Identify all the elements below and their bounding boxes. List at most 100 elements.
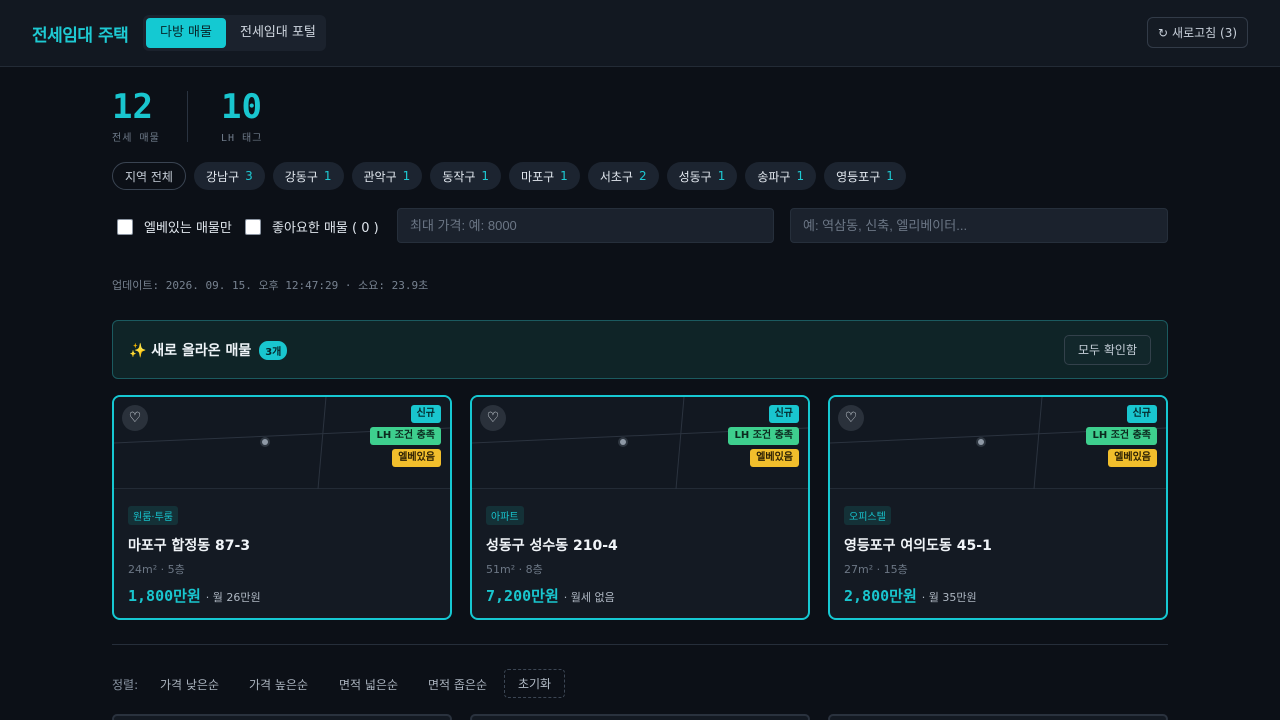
region-name: 강남구: [205, 169, 240, 184]
card-body: 원룸·투룸 마포구 합정동 87-3 24m² · 5층 1,800만원 · 월…: [128, 505, 261, 606]
listing-meta: 24m² · 5층: [128, 563, 185, 576]
map-thumbnail: ♡ 신규 LH 조건 충족 엘베있음: [830, 397, 1166, 489]
tab-portal[interactable]: 전세임대 포털: [226, 18, 330, 48]
price-row: 2,800만원 · 월 35만원: [844, 585, 992, 606]
updated-timestamp: 업데이트: 2026. 09. 15. 오후 12:47:29 · 소요: 23…: [112, 279, 429, 292]
lh-tag: LH 조건 충족: [728, 427, 799, 445]
region-name: 성동구: [678, 169, 712, 184]
price-row: 1,800만원 · 월 26만원: [128, 585, 261, 606]
stat-total-value: 12: [112, 87, 153, 127]
refresh-button[interactable]: ↻ 새로고침 (3): [1147, 17, 1248, 48]
stat-divider: [187, 91, 188, 142]
region-count: 1: [886, 169, 894, 183]
region-chip[interactable]: 마포구 1: [509, 162, 580, 190]
listing-card[interactable]: ♡ 신규 LH 조건 충족 엘베있음 아파트 성동구 성수동 210-4 51m…: [470, 395, 810, 620]
sort-price-asc[interactable]: 가격 낮은순: [160, 676, 219, 693]
region-chip-all[interactable]: 지역 전체: [112, 162, 186, 190]
filter-bar: 엘베있는 매물만 좋아요한 매물 ( 0 ): [112, 208, 1168, 244]
region-count: 1: [402, 169, 411, 183]
region-chip[interactable]: 송파구 1: [745, 162, 817, 190]
source-tabs: 다방 매물 전세임대 포털: [143, 15, 326, 51]
monthly-rent: · 월 35만원: [921, 591, 977, 604]
region-name: 강동구: [284, 169, 318, 184]
tag-list: 신규 LH 조건 충족 엘베있음: [1086, 405, 1157, 467]
stat-lh: 10 LH 태그: [221, 88, 262, 144]
new-tag: 신규: [768, 405, 799, 423]
listing-card-peek: [112, 714, 452, 720]
tag-list: 신규 LH 조건 충족 엘베있음: [728, 405, 799, 467]
sort-label: 정렬:: [112, 678, 139, 692]
new-listings-title-text: ✨ 새로 올라온 매물: [129, 343, 252, 359]
region-name: 관악구: [363, 169, 397, 184]
sort-area-asc[interactable]: 면적 좁은순: [428, 676, 487, 693]
top-header: 전세임대 주택 다방 매물 전세임대 포털 ↻ 새로고침 (3): [0, 0, 1280, 67]
listing-card-peek: [470, 714, 810, 720]
region-filter: 지역 전체 강남구 3 강동구 1 관악구 1 동작구 1 마포구 1 서초구 2 성동구 1…: [112, 162, 906, 190]
lh-tag: LH 조건 충족: [1086, 427, 1157, 445]
elevator-only-label: 엘베있는 매물만: [144, 221, 232, 236]
region-name: 영등포구: [836, 169, 881, 184]
heart-icon[interactable]: ♡: [122, 405, 148, 431]
card-body: 오피스텔 영등포구 여의도동 45-1 27m² · 15층 2,800만원 ·…: [844, 505, 992, 606]
region-chip[interactable]: 성동구 1: [666, 162, 738, 190]
monthly-rent: · 월세 없음: [563, 591, 615, 604]
heart-icon[interactable]: ♡: [480, 405, 506, 431]
stat-total-label: 전세 매물: [112, 133, 160, 144]
tab-dabang[interactable]: 다방 매물: [146, 18, 226, 48]
sort-area-desc[interactable]: 면적 넓은순: [339, 676, 398, 693]
region-chip[interactable]: 강남구 3: [193, 162, 265, 190]
region-chip[interactable]: 서초구 2: [587, 162, 659, 190]
region-count: 3: [245, 169, 253, 183]
price-row: 7,200만원 · 월세 없음: [486, 585, 618, 606]
listing-address: 성동구 성수동 210-4: [486, 538, 618, 554]
map-thumbnail: ♡ 신규 LH 조건 충족 엘베있음: [472, 397, 808, 489]
listing-card[interactable]: ♡ 신규 LH 조건 충족 엘베있음 원룸·투룸 마포구 합정동 87-3 24…: [112, 395, 452, 620]
refresh-icon: ↻: [1157, 25, 1169, 40]
listing-address: 영등포구 여의도동 45-1: [844, 538, 992, 554]
region-name: 송파구: [757, 169, 791, 184]
sort-price-desc[interactable]: 가격 높은순: [249, 676, 308, 693]
keyword-search-input[interactable]: [790, 208, 1168, 243]
card-body: 아파트 성동구 성수동 210-4 51m² · 8층 7,200만원 · 월세…: [486, 505, 618, 606]
region-count: 1: [323, 169, 332, 183]
refresh-label: 새로고침 (3): [1172, 26, 1238, 40]
app-title: 전세임대 주택: [32, 26, 129, 46]
new-tag: 신규: [1126, 405, 1157, 423]
liked-label: 좋아요한 매물 ( 0 ): [272, 221, 379, 236]
stat-lh-label: LH 태그: [221, 133, 263, 144]
heart-icon[interactable]: ♡: [838, 405, 864, 431]
new-listings-title: ✨ 새로 올라온 매물 3개: [129, 340, 288, 360]
stat-total: 12 전세 매물: [112, 88, 160, 144]
region-count: 2: [638, 169, 647, 183]
new-count-badge: 3개: [259, 340, 288, 360]
reset-sort-button[interactable]: 초기화: [504, 669, 565, 698]
elevator-tag: 엘베있음: [750, 449, 799, 467]
elevator-tag: 엘베있음: [392, 449, 441, 467]
region-chip[interactable]: 영등포구 1: [824, 162, 906, 190]
region-chip[interactable]: 강동구 1: [272, 162, 344, 190]
deposit-price: 1,800만원: [128, 587, 201, 605]
stat-lh-value: 10: [221, 87, 262, 127]
new-tag: 신규: [410, 405, 441, 423]
region-chip[interactable]: 동작구 1: [430, 162, 502, 190]
elevator-only-checkbox[interactable]: [117, 218, 133, 235]
tag-list: 신규 LH 조건 충족 엘베있음: [370, 405, 441, 467]
region-count: 1: [717, 169, 726, 183]
max-price-input[interactable]: [397, 208, 774, 243]
property-type-badge: 원룸·투룸: [128, 506, 178, 525]
confirm-all-button[interactable]: 모두 확인함: [1063, 335, 1151, 365]
deposit-price: 2,800만원: [844, 587, 917, 605]
elevator-only-filter[interactable]: 엘베있는 매물만: [117, 217, 232, 236]
region-count: 1: [481, 169, 490, 183]
property-type-badge: 오피스텔: [844, 506, 891, 525]
lh-tag: LH 조건 충족: [370, 427, 441, 445]
deposit-price: 7,200만원: [486, 587, 559, 605]
listing-card[interactable]: ♡ 신규 LH 조건 충족 엘베있음 오피스텔 영등포구 여의도동 45-1 2…: [828, 395, 1168, 620]
listing-address: 마포구 합정동 87-3: [128, 538, 251, 554]
region-chip[interactable]: 관악구 1: [351, 162, 423, 190]
section-divider: [112, 644, 1168, 645]
liked-filter[interactable]: 좋아요한 매물 ( 0 ): [245, 217, 379, 236]
new-listings-banner: ✨ 새로 올라온 매물 3개 모두 확인함: [112, 320, 1168, 379]
region-name: 서초구: [599, 169, 633, 184]
liked-checkbox[interactable]: [245, 218, 261, 235]
